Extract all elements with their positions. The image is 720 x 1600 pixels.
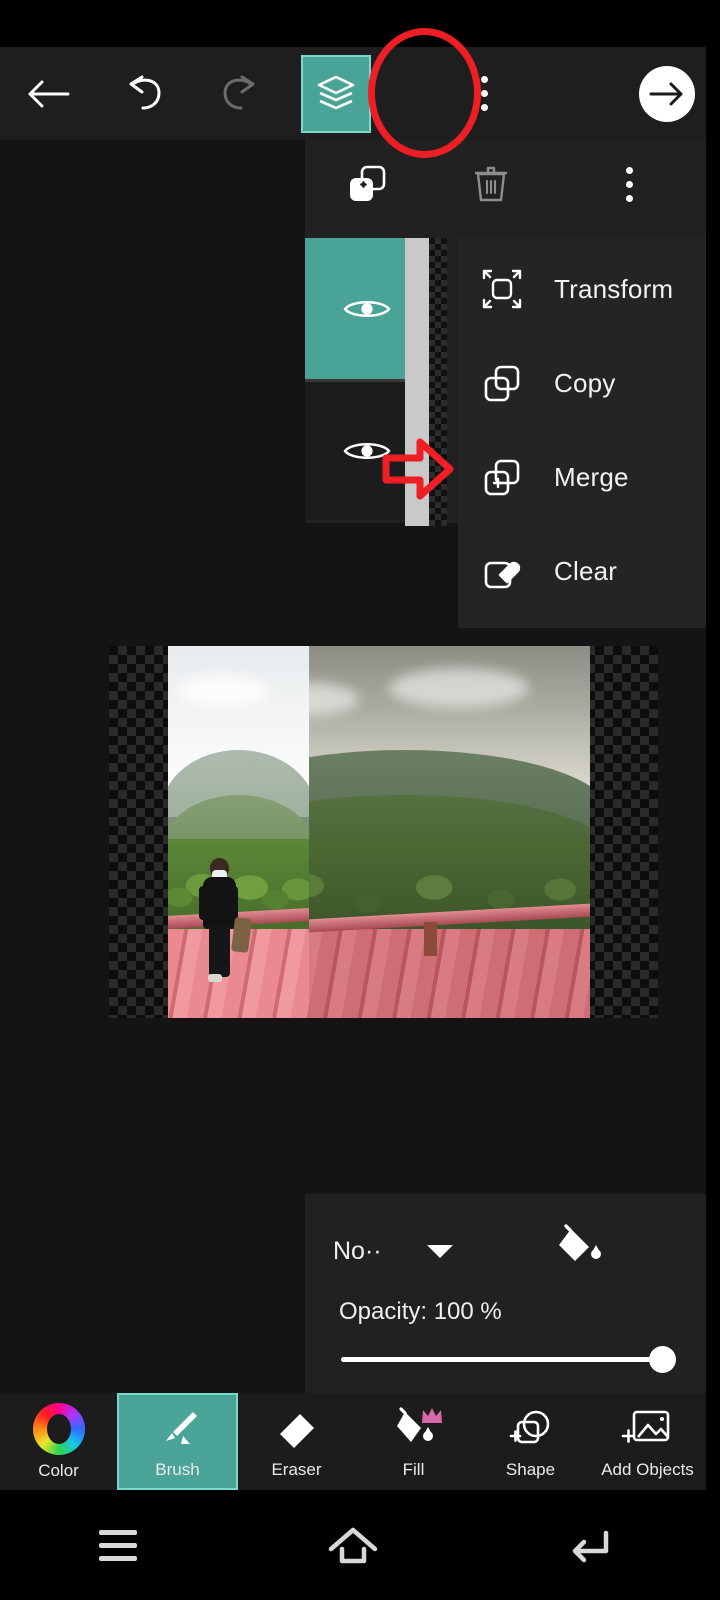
cloud-icon [389,668,529,708]
trash-icon [475,166,507,202]
topbar-more-button[interactable] [436,47,532,140]
person-arm-right [230,886,238,920]
kebab-menu-icon [480,76,488,111]
eraser-icon [279,1413,314,1448]
tool-shape[interactable]: Shape [472,1393,589,1490]
bottom-toolbar: Color Brush Eraser Fill Shape Add Object… [0,1393,706,1490]
color-wheel-icon [32,1402,85,1455]
scene-back [309,646,590,1018]
layer-properties: No·· Opacity: 100 % [305,1194,706,1393]
undo-button[interactable] [96,47,192,140]
context-menu-item-copy[interactable]: Copy [458,336,706,430]
layer-list-scrollbar[interactable] [405,238,429,526]
layer-image-back [309,646,590,1018]
brush-icon [165,1411,197,1444]
arrow-right-icon [649,82,683,106]
kebab-menu-icon [626,166,633,202]
crown-badge-icon [421,1408,442,1423]
context-menu-item-merge[interactable]: Merge [458,430,706,524]
blend-mode-value[interactable]: No·· [333,1237,382,1266]
deck-floor [309,928,590,1018]
home-icon [328,1527,378,1564]
android-nav-bar [0,1490,706,1600]
nav-back-button[interactable] [528,1510,648,1580]
nav-home-button[interactable] [293,1510,413,1580]
opacity-slider-track [341,1357,676,1362]
eye-icon[interactable] [343,438,391,464]
clear-icon [484,561,521,589]
status-bar [0,0,706,47]
layers-panel-toolbar [305,140,706,228]
eye-icon[interactable] [343,296,391,322]
delete-layer-button[interactable] [429,140,553,228]
undo-icon [129,75,161,109]
tool-label: Eraser [271,1459,322,1479]
context-menu-item-transform[interactable]: Transform [458,242,706,336]
tool-eraser[interactable]: Eraser [238,1393,355,1490]
fill-layer-button[interactable] [553,1223,607,1280]
app-root: Transform Copy Merge Clear No·· Opacity:… [0,0,720,1600]
chevron-down-icon[interactable] [426,1244,453,1258]
arrow-left-icon [28,80,70,107]
layers-button[interactable] [288,47,384,140]
fill-bucket-icon [558,1223,601,1261]
tool-label: Shape [505,1459,556,1479]
tool-fill[interactable]: Fill [355,1393,472,1490]
shape-icon [509,1410,549,1443]
tool-brush[interactable]: Brush [117,1393,238,1490]
artboard[interactable] [109,646,658,1018]
add-layer-button[interactable] [305,140,429,228]
opacity-slider-thumb[interactable] [649,1346,676,1373]
tool-label: Color [38,1460,79,1480]
tool-label: Add Objects [601,1459,694,1479]
back-arrow-icon [573,1530,609,1563]
cloud-icon [178,676,268,706]
blend-mode-row: No·· [305,1218,706,1284]
redo-icon [223,75,255,109]
context-menu-label: Merge [554,461,629,492]
layer-thumb-checker [429,238,447,526]
scene-front [168,646,309,1018]
merge-icon [484,459,520,496]
back-button[interactable] [0,47,96,140]
tool-color[interactable]: Color [0,1393,117,1490]
right-gutter [706,0,720,1600]
apply-button[interactable] [639,66,695,122]
transform-icon [482,269,522,309]
add-image-icon [621,1410,669,1443]
opacity-label: Opacity: 100 % [339,1298,502,1325]
add-layer-icon [350,165,386,201]
context-menu-label: Transform [554,273,674,304]
layers-button-surface [301,54,371,133]
redo-button[interactable] [192,47,288,140]
context-menu-label: Clear [554,555,618,586]
top-toolbar [0,47,706,140]
layers-stack-icon [317,75,355,109]
tool-add-objects[interactable]: Add Objects [589,1393,706,1490]
opacity-slider[interactable] [341,1346,676,1374]
copy-icon [484,365,520,402]
layer-image-front [168,646,309,1018]
railing-post [424,922,437,956]
layer-context-menu: Transform Copy Merge Clear [458,236,706,628]
context-menu-label: Copy [554,367,616,398]
hamburger-icon [98,1529,137,1561]
layers-panel-more-button[interactable] [553,140,706,228]
context-menu-item-clear[interactable]: Clear [458,524,706,618]
person-legs [209,925,230,977]
tool-label: Brush [155,1459,200,1479]
person-shoe [208,974,222,982]
person-arm-left [199,886,207,920]
tool-label: Fill [402,1459,425,1479]
nav-recents-button[interactable] [58,1510,178,1580]
